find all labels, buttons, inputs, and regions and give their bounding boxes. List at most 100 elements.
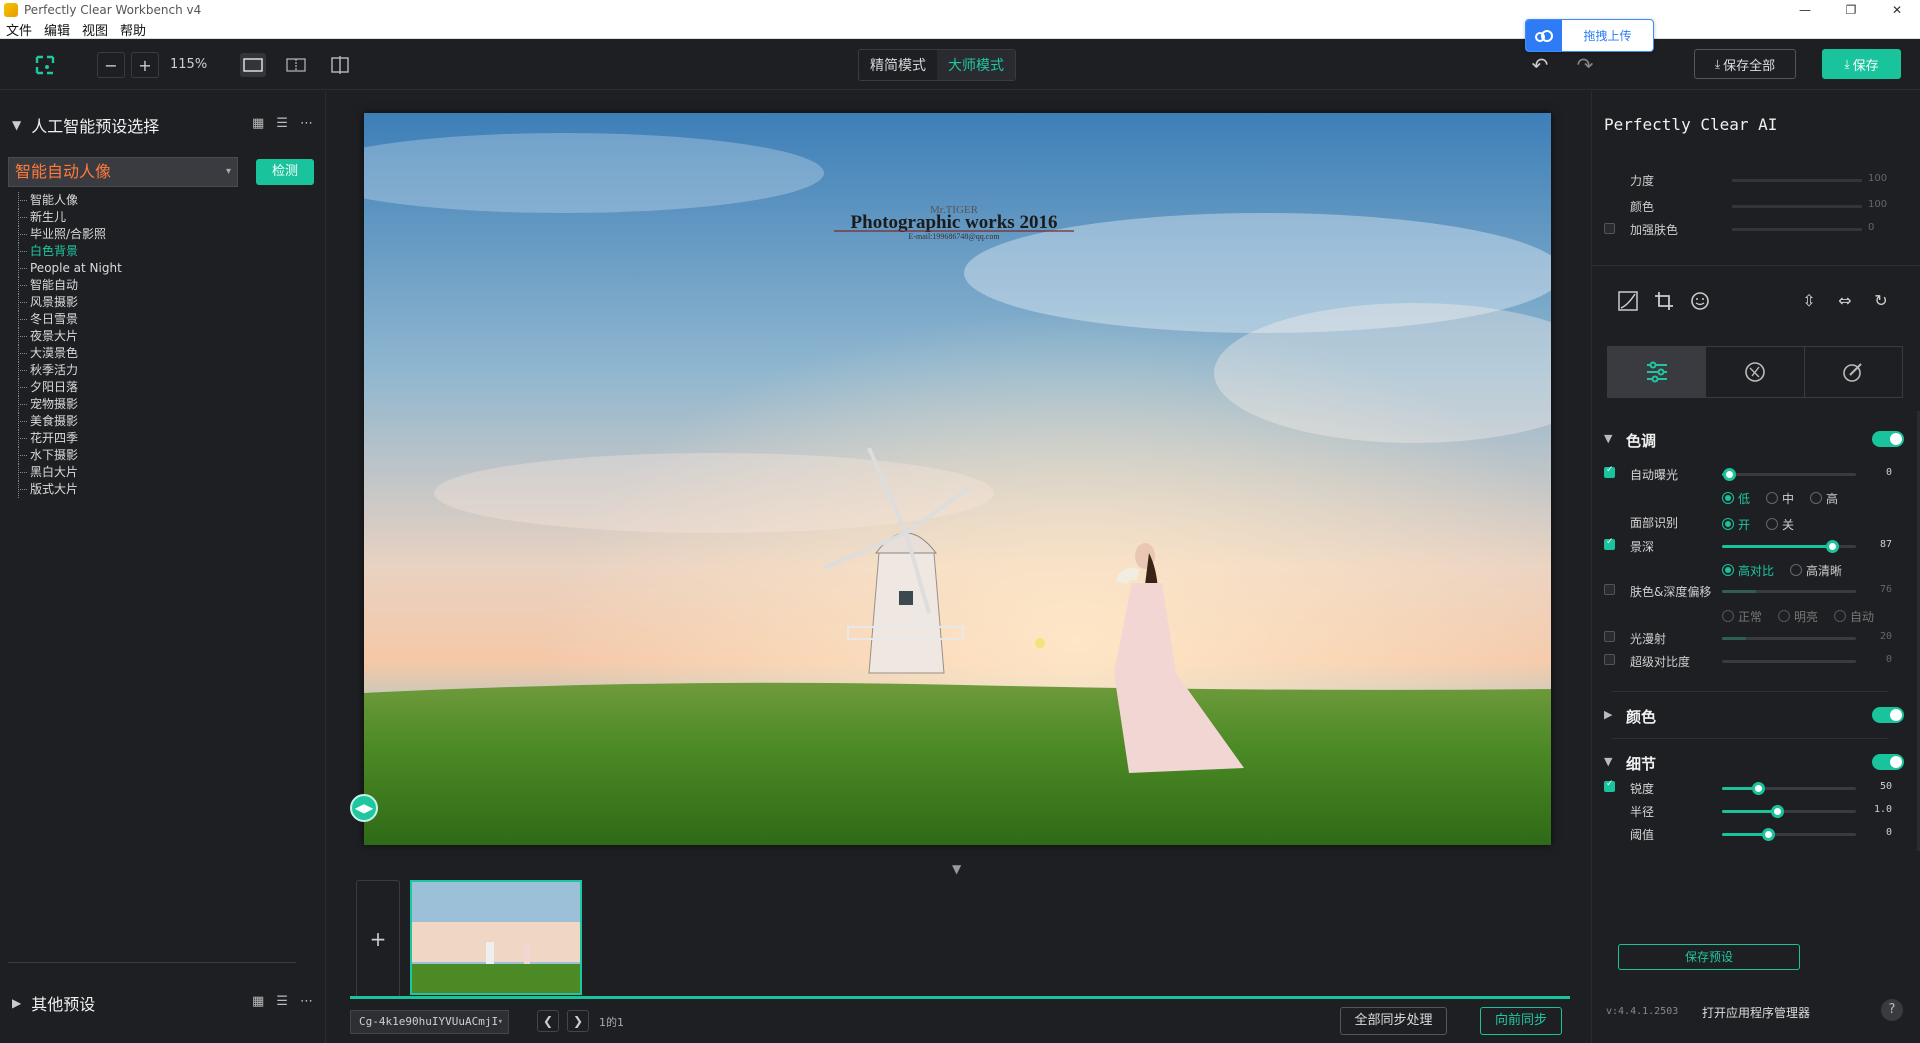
preset-item[interactable]: 夕阳日落	[14, 379, 314, 396]
add-image-button[interactable]: +	[356, 880, 400, 998]
enhance-skin-track[interactable]	[1732, 228, 1862, 231]
threshold-slider[interactable]: 阈值 0	[1604, 824, 1904, 844]
simple-mode-tab[interactable]: 精简模式	[859, 50, 937, 80]
light-diffusion-checkbox[interactable]	[1604, 631, 1615, 642]
radius-slider[interactable]: 半径 1.0	[1604, 801, 1904, 821]
menu-view[interactable]: 视图	[82, 20, 108, 39]
preset-item[interactable]: 水下摄影	[14, 447, 314, 464]
more-icon[interactable]: ⋯	[300, 994, 313, 1009]
skin-depth-track[interactable]	[1722, 590, 1856, 593]
super-contrast-slider[interactable]: 超级对比度 0	[1604, 651, 1904, 671]
light-diffusion-slider[interactable]: 光漫射 20	[1604, 628, 1904, 648]
rotate-icon[interactable]: ↻	[1867, 291, 1895, 317]
single-view-button[interactable]	[240, 53, 266, 77]
compare-slider-handle[interactable]: ◀▶	[350, 794, 378, 822]
sync-all-button[interactable]: 全部同步处理	[1340, 1007, 1447, 1035]
menu-edit[interactable]: 编辑	[44, 20, 70, 39]
detect-button[interactable]: 检测	[256, 159, 314, 185]
sharpness-checkbox[interactable]	[1604, 779, 1615, 792]
detail-toggle[interactable]	[1872, 754, 1904, 770]
filmstrip-scrollbar[interactable]	[350, 996, 1570, 999]
radius-track[interactable]	[1722, 805, 1856, 818]
auto-exposure-slider[interactable]: 自动曝光 0	[1604, 464, 1904, 484]
save-preset-button[interactable]: 保存预设	[1618, 944, 1800, 970]
ai-preset-header[interactable]: ▼ 人工智能预设选择	[12, 113, 159, 137]
strength-slider[interactable]: 力度 100	[1604, 171, 1904, 189]
skin-depth-slider[interactable]: 肤色&深度偏移 76	[1604, 581, 1904, 601]
preset-item[interactable]: 夜景大片	[14, 328, 314, 345]
depth-knob[interactable]	[1825, 540, 1839, 553]
face-detect-on-radio[interactable]: 开	[1722, 515, 1750, 533]
threshold-knob[interactable]	[1761, 828, 1775, 841]
flip-horizontal-icon[interactable]: ⇔	[1831, 291, 1859, 317]
preset-item[interactable]: 智能自动	[14, 277, 314, 294]
sharpness-knob[interactable]	[1752, 782, 1766, 795]
list-view-icon[interactable]: ☰	[276, 116, 288, 131]
detail-section-header[interactable]: ▼ 细节	[1604, 752, 1904, 774]
depth-track[interactable]	[1722, 540, 1856, 553]
preset-item[interactable]: 智能人像	[14, 192, 314, 209]
depth-high-contrast-radio[interactable]: 高对比	[1722, 561, 1774, 579]
strength-track[interactable]	[1732, 179, 1862, 182]
redo-icon[interactable]: ↷	[1574, 54, 1596, 76]
compare-view-button[interactable]	[327, 53, 353, 77]
face-detect-off-radio[interactable]: 关	[1766, 515, 1794, 533]
image-thumbnail[interactable]	[410, 880, 582, 995]
drag-upload-widget[interactable]: 拖拽上传	[1525, 19, 1654, 52]
tone-toggle[interactable]	[1872, 431, 1904, 447]
prev-image-button[interactable]: ❮	[537, 1010, 559, 1032]
close-button[interactable]: ✕	[1874, 0, 1920, 20]
save-button[interactable]: ⤓ 保存	[1822, 49, 1901, 79]
preset-item[interactable]: 黑白大片	[14, 464, 314, 481]
depth-checkbox[interactable]	[1604, 537, 1615, 550]
open-app-manager-link[interactable]: 打开应用程序管理器	[1702, 1004, 1810, 1021]
super-contrast-track[interactable]	[1722, 660, 1856, 663]
exposure-high-radio[interactable]: 高	[1810, 489, 1838, 507]
split-view-button[interactable]	[283, 53, 309, 77]
light-diffusion-track[interactable]	[1722, 637, 1856, 640]
restore-button[interactable]: ❐	[1828, 0, 1874, 20]
list-view-icon[interactable]: ☰	[276, 994, 288, 1009]
preset-item[interactable]: 冬日雪景	[14, 311, 314, 328]
zoom-in-button[interactable]: +	[131, 52, 159, 78]
preset-item[interactable]: 版式大片	[14, 481, 314, 498]
auto-exposure-track[interactable]	[1722, 468, 1856, 481]
flip-vertical-icon[interactable]: ⇳	[1795, 291, 1823, 317]
super-contrast-checkbox[interactable]	[1604, 654, 1615, 665]
tone-section-header[interactable]: ▼ 色调	[1604, 429, 1904, 451]
main-photo[interactable]: Photographic works 2016 Mr.TIGER E-mail:…	[364, 113, 1551, 845]
auto-exposure-checkbox[interactable]	[1604, 465, 1615, 478]
zoom-out-button[interactable]: −	[97, 52, 125, 78]
color-toggle[interactable]	[1872, 707, 1904, 723]
exposure-low-radio[interactable]: 低	[1722, 489, 1750, 507]
preset-dropdown[interactable]: 智能自动人像 ▾	[8, 157, 238, 187]
next-image-button[interactable]: ❯	[567, 1010, 589, 1032]
depth-high-clarity-radio[interactable]: 高清晰	[1790, 561, 1842, 579]
preset-item[interactable]: 花开四季	[14, 430, 314, 447]
preset-item[interactable]: People at Night	[14, 260, 314, 277]
preset-item[interactable]: 毕业照/合影照	[14, 226, 314, 243]
master-mode-tab[interactable]: 大师模式	[937, 50, 1015, 80]
grid-view-icon[interactable]: ▦	[252, 116, 264, 131]
more-icon[interactable]: ⋯	[300, 116, 313, 131]
save-all-button[interactable]: ⤓ 保存全部	[1694, 49, 1796, 79]
undo-icon[interactable]: ↶	[1529, 54, 1551, 76]
tab-adjustments[interactable]	[1608, 347, 1707, 397]
sharpness-slider[interactable]: 锐度 50	[1604, 778, 1904, 798]
exposure-mid-radio[interactable]: 中	[1766, 489, 1794, 507]
help-button[interactable]: ?	[1881, 999, 1903, 1021]
tab-creative[interactable]	[1706, 347, 1805, 397]
minimize-button[interactable]: —	[1782, 0, 1828, 20]
skin-auto-radio[interactable]: 自动	[1834, 607, 1874, 625]
crop-icon[interactable]	[1650, 291, 1678, 317]
sync-forward-button[interactable]: 向前同步	[1480, 1007, 1562, 1035]
collapse-filmstrip-icon[interactable]: ▼	[952, 862, 961, 876]
file-name-select[interactable]: Cg-4k1e90huIYVUuACmjI ▾	[350, 1010, 509, 1034]
preset-item[interactable]: 秋季活力	[14, 362, 314, 379]
face-icon[interactable]	[1686, 291, 1714, 317]
tab-effects[interactable]	[1805, 347, 1902, 397]
color-track[interactable]	[1732, 205, 1862, 208]
other-preset-header[interactable]: ▶ 其他预设	[12, 991, 95, 1015]
radius-knob[interactable]	[1770, 805, 1784, 818]
enhance-skin-slider[interactable]: 加强肤色 0	[1604, 220, 1904, 238]
